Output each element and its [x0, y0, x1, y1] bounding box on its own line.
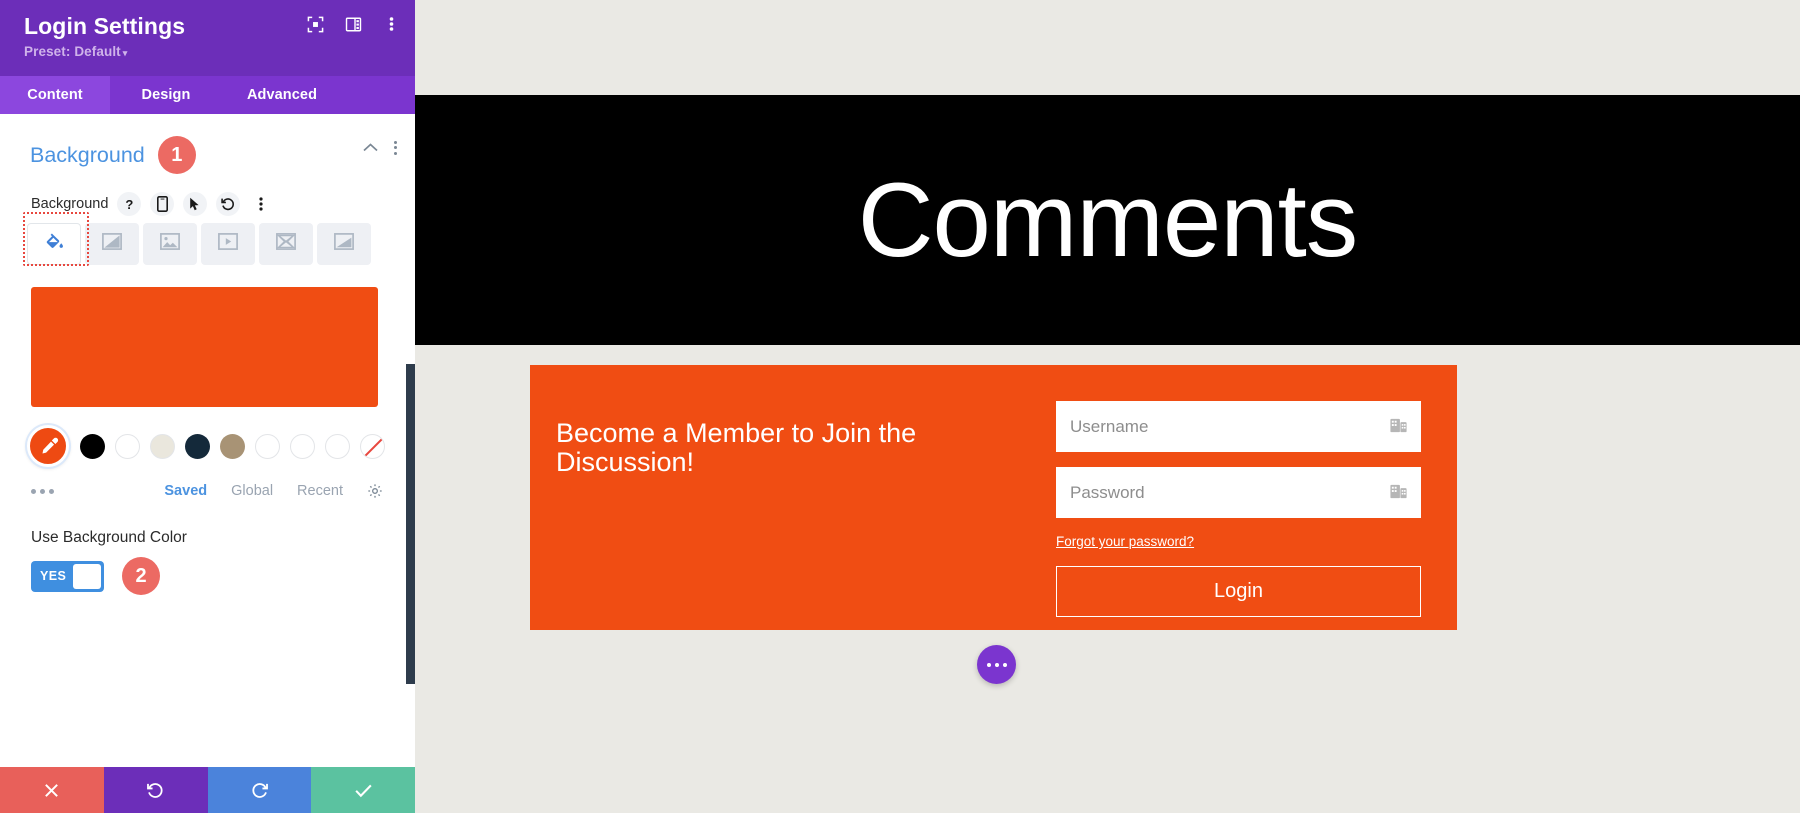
hero-section: Comments [415, 95, 1800, 345]
field-label: Background [31, 196, 109, 212]
color-swatch[interactable] [360, 433, 385, 459]
responsive-mobile-icon[interactable] [150, 192, 175, 216]
use-background-color-field: Use Background Color YES 2 [31, 529, 415, 595]
hover-cursor-icon[interactable] [183, 192, 208, 216]
tab-content[interactable]: Content [0, 76, 110, 114]
color-swatch[interactable] [115, 433, 140, 459]
discard-changes-button[interactable] [0, 767, 104, 813]
color-swatch[interactable] [150, 433, 175, 459]
kebab-menu-icon[interactable] [249, 192, 273, 216]
video-icon [218, 233, 238, 255]
login-module-left: Become a Member to Join the Discussion! [556, 401, 1026, 600]
undo-button[interactable] [103, 767, 208, 813]
color-swatch[interactable] [220, 433, 245, 459]
kebab-menu-icon[interactable] [381, 14, 401, 34]
reset-undo-icon[interactable] [216, 192, 241, 216]
username-placeholder: Username [1070, 416, 1149, 436]
background-section-header[interactable]: Background 1 [0, 114, 415, 178]
pattern-icon [276, 233, 296, 255]
panel-scrollbar[interactable] [406, 364, 415, 684]
section-header-actions [363, 140, 397, 155]
help-icon[interactable]: ? [117, 192, 142, 216]
background-pattern-tab[interactable] [259, 223, 313, 265]
palette-tab-recent[interactable]: Recent [297, 483, 343, 499]
color-preview-swatch[interactable] [31, 287, 378, 407]
redo-button[interactable] [207, 767, 312, 813]
login-form: Username Password Forgot your password? … [1026, 401, 1425, 617]
mask-icon [334, 233, 354, 255]
toggle-value: YES [40, 569, 67, 583]
tab-advanced[interactable]: Advanced [222, 76, 342, 114]
background-image-tab[interactable] [143, 223, 197, 265]
login-submit-button[interactable]: Login [1056, 566, 1421, 617]
color-swatch[interactable] [325, 433, 350, 459]
palette-tab-saved[interactable]: Saved [164, 483, 207, 499]
preset-selector[interactable]: Preset: Default ▾ [24, 44, 399, 59]
more-dots-icon[interactable] [31, 488, 54, 494]
background-video-tab[interactable] [201, 223, 255, 265]
page-settings-fab[interactable] [977, 645, 1016, 684]
image-icon [160, 233, 180, 255]
layout-columns-icon[interactable] [343, 14, 363, 34]
color-swatch[interactable] [255, 433, 280, 459]
save-changes-button[interactable] [311, 767, 415, 813]
paint-bucket-icon [45, 232, 64, 256]
step-badge-1: 1 [157, 136, 196, 174]
background-color-tab[interactable] [27, 223, 81, 265]
preset-label: Preset: Default [24, 44, 121, 59]
password-placeholder: Password [1070, 482, 1145, 502]
toggle-knob [73, 563, 101, 589]
background-type-tabs [0, 212, 415, 266]
page-preview: Comments Become a Member to Join the Dis… [415, 0, 1800, 813]
panel-body: Background 1 Background ? Saved Global R… [0, 114, 415, 767]
kebab-menu-icon[interactable] [394, 140, 397, 155]
panel-header: Login Settings Preset: Default ▾ [0, 0, 415, 76]
section-title: Background [30, 142, 145, 167]
gear-icon[interactable] [367, 483, 383, 499]
password-input[interactable]: Password [1056, 467, 1421, 518]
color-swatch[interactable] [80, 433, 105, 459]
forgot-password-link[interactable]: Forgot your password? [1056, 534, 1194, 549]
gradient-icon [102, 233, 122, 255]
panel-action-bar [0, 767, 415, 813]
settings-tabs: Content Design Advanced [0, 76, 415, 114]
tab-design[interactable]: Design [110, 76, 222, 114]
palette-tab-global[interactable]: Global [231, 483, 273, 499]
module-settings-panel: Login Settings Preset: Default ▾ Content… [0, 0, 415, 813]
background-gradient-tab[interactable] [85, 223, 139, 265]
step-badge-2: 2 [122, 557, 160, 595]
fullscreen-icon[interactable] [305, 14, 325, 34]
color-swatch[interactable] [290, 433, 315, 459]
background-field-label-row: Background ? [0, 178, 415, 216]
form-field-icon [1389, 482, 1408, 506]
login-heading: Become a Member to Join the Discussion! [556, 418, 917, 478]
hero-title: Comments [857, 161, 1359, 279]
divi-builder-screen: Login Settings Preset: Default ▾ Content… [0, 0, 1800, 813]
form-field-icon [1389, 416, 1408, 440]
eyedropper-icon[interactable] [27, 425, 69, 467]
toggle-label: Use Background Color [31, 529, 187, 546]
background-mask-tab[interactable] [317, 223, 371, 265]
color-swatch-row [27, 425, 385, 467]
color-swatch[interactable] [185, 433, 210, 459]
help-glyph: ? [125, 196, 134, 212]
palette-links-row: Saved Global Recent [31, 483, 383, 499]
panel-header-actions [305, 14, 401, 34]
chevron-up-icon[interactable] [363, 140, 378, 155]
use-background-color-toggle[interactable]: YES [31, 560, 104, 592]
chevron-down-icon: ▾ [122, 48, 128, 58]
username-input[interactable]: Username [1056, 401, 1421, 452]
login-module[interactable]: Become a Member to Join the Discussion! … [530, 365, 1457, 630]
